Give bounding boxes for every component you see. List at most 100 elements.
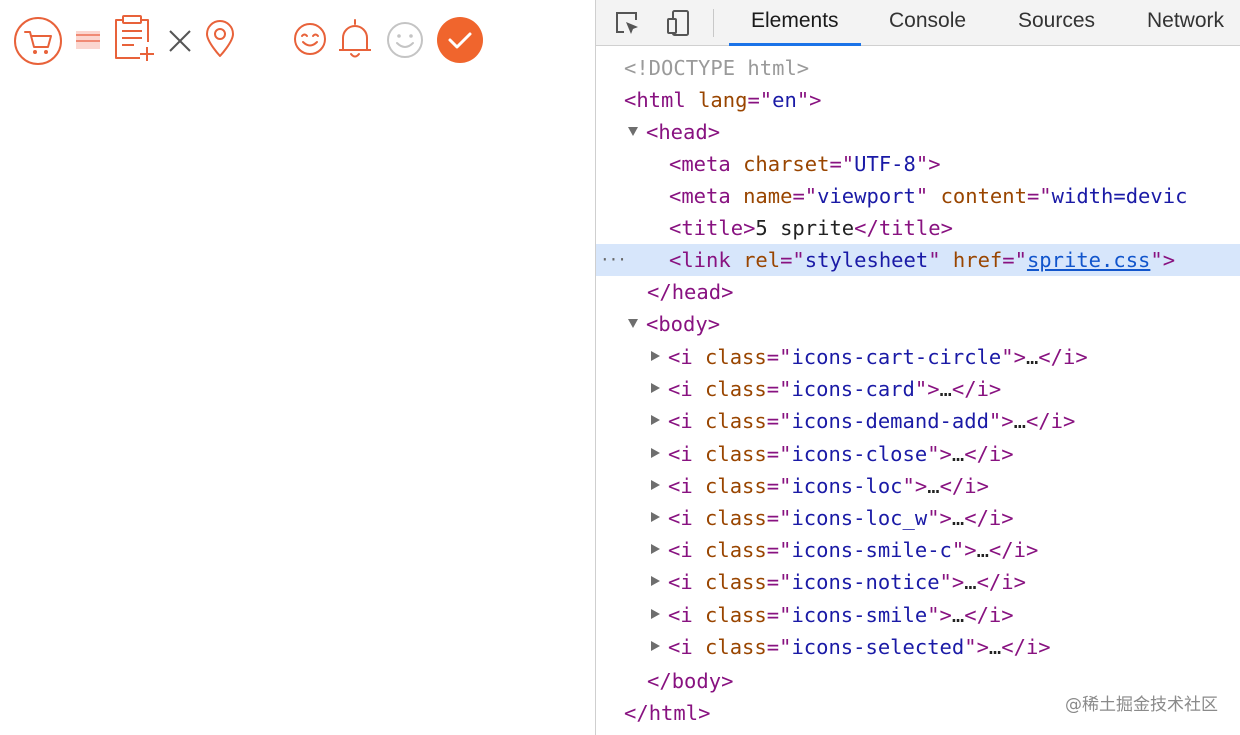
dom-line-i-element[interactable]: <i class="icons-cart-circle">…</i>	[596, 341, 1240, 373]
dom-line-i-element[interactable]: <i class="icons-notice">…</i>	[596, 566, 1240, 598]
tag-name: meta	[681, 184, 731, 208]
tag-name: title	[681, 216, 744, 240]
ellipsis: …	[939, 377, 952, 402]
dom-line-link-selected[interactable]: ··· <link rel="stylesheet" href="sprite.…	[596, 244, 1240, 276]
attr-value: icons-smile-c	[791, 538, 952, 563]
tag-name: link	[681, 248, 731, 272]
notice-bell-icon	[338, 18, 372, 60]
dom-line-body-open[interactable]: <body>	[596, 308, 1240, 340]
tag-name: head	[671, 280, 722, 304]
attr-value: icons-smile	[791, 602, 928, 627]
collapse-triangle-icon[interactable]	[651, 608, 660, 619]
attr-value: icons-close	[791, 441, 928, 466]
attr-value: stylesheet	[804, 248, 929, 272]
attr-value: viewport	[817, 184, 916, 208]
cart-circle-icon	[13, 16, 63, 66]
attr-name: class	[705, 377, 767, 402]
attr-name: class	[705, 602, 767, 627]
ellipsis: …	[927, 473, 940, 498]
selected-check-icon	[436, 16, 484, 64]
attr-name: charset	[743, 152, 830, 176]
card-icon	[76, 31, 100, 49]
dom-line-doctype[interactable]: <!DOCTYPE html>	[596, 52, 1240, 84]
expand-triangle-icon[interactable]	[628, 126, 638, 136]
dom-line-meta-viewport[interactable]: <meta name="viewport" content="width=dev…	[596, 180, 1240, 212]
attr-name: class	[705, 345, 767, 369]
dom-line-meta-charset[interactable]: <meta charset="UTF-8">	[596, 148, 1240, 180]
attr-name: name	[743, 184, 793, 208]
collapse-triangle-icon[interactable]	[651, 415, 660, 426]
tag-name-close: title	[878, 216, 941, 240]
doctype-text: <!DOCTYPE html>	[624, 56, 810, 80]
attr-value: icons-demand-add	[791, 409, 989, 434]
toolbar-separator	[713, 9, 714, 37]
tag-name: body	[658, 312, 708, 336]
collapse-triangle-icon[interactable]	[651, 640, 660, 651]
collapse-triangle-icon[interactable]	[651, 512, 660, 522]
tab-elements[interactable]: Elements	[729, 0, 860, 46]
dom-line-i-element[interactable]: <i class="icons-smile">…</i>	[596, 599, 1240, 631]
attr-name: class	[705, 506, 767, 530]
attr-value: icons-selected	[791, 634, 965, 659]
attr-name: class	[705, 538, 767, 563]
tag-name: body	[671, 669, 722, 693]
smile-icon	[386, 21, 424, 59]
ellipsis: …	[988, 634, 1002, 659]
attr-name: class	[705, 409, 767, 434]
ellipsis: …	[951, 441, 965, 466]
title-text: 5 sprite	[755, 216, 855, 240]
collapse-triangle-icon[interactable]	[651, 447, 660, 458]
attr-name-2: href	[952, 248, 1003, 272]
location-white-icon	[250, 20, 282, 58]
collapse-triangle-icon[interactable]	[651, 479, 660, 490]
attr-name: class	[705, 473, 767, 498]
dom-line-head-close[interactable]: </head>	[596, 276, 1240, 308]
tag-name: meta	[681, 152, 731, 176]
devtools-panel: Elements Console Sources Network <!DOCTY…	[595, 0, 1240, 735]
smile-colored-icon	[293, 22, 327, 56]
attr-name: class	[705, 634, 767, 659]
dom-line-i-element[interactable]: <i class="icons-demand-add">…</i>	[596, 405, 1240, 437]
attr-name: lang	[698, 88, 748, 112]
dom-line-i-element[interactable]: <i class="icons-loc">…</i>	[596, 470, 1240, 502]
page-preview	[0, 0, 595, 735]
attr-value: icons-card	[791, 377, 915, 402]
attr-value-2: width=devic	[1051, 184, 1188, 208]
dom-line-i-element[interactable]: <i class="icons-close">…</i>	[596, 438, 1240, 470]
collapse-triangle-icon[interactable]	[651, 544, 660, 555]
tab-network[interactable]: Network	[1147, 0, 1224, 46]
collapse-triangle-icon[interactable]	[651, 383, 660, 394]
attr-value: icons-notice	[791, 570, 940, 595]
attr-name: class	[705, 570, 767, 595]
watermark: @稀土掘金技术社区	[1065, 695, 1218, 715]
expand-triangle-icon[interactable]	[628, 318, 638, 328]
collapse-triangle-icon[interactable]	[651, 351, 660, 361]
attr-value: icons-cart-circle	[791, 345, 1002, 369]
demand-add-icon	[112, 14, 156, 62]
ellipsis: …	[951, 506, 965, 530]
dom-line-i-element[interactable]: <i class="icons-smile-c">…</i>	[596, 534, 1240, 566]
attr-name: rel	[743, 248, 781, 272]
collapse-triangle-icon[interactable]	[651, 576, 660, 587]
attr-value: en	[772, 88, 797, 112]
attr-value: icons-loc	[791, 473, 903, 498]
dom-line-title[interactable]: <title>5 sprite</title>	[596, 212, 1240, 244]
attr-value: icons-loc_w	[791, 506, 928, 530]
ellipsis: …	[964, 570, 977, 595]
location-icon	[204, 20, 236, 58]
element-picker-icon[interactable]	[612, 8, 642, 38]
dom-line-html-open[interactable]: <html lang="en">	[596, 84, 1240, 116]
href-link[interactable]: sprite.css	[1027, 248, 1150, 272]
device-toolbar-icon[interactable]	[664, 8, 694, 38]
tab-console[interactable]: Console	[889, 0, 966, 46]
dom-line-i-element[interactable]: <i class="icons-card">…</i>	[596, 373, 1240, 405]
dom-line-head-open[interactable]: <head>	[596, 116, 1240, 148]
attr-name: class	[705, 441, 767, 466]
more-actions-icon[interactable]: ···	[600, 244, 627, 276]
tab-sources[interactable]: Sources	[1018, 0, 1095, 46]
attr-value: UTF-8	[854, 152, 916, 176]
ellipsis: …	[951, 602, 965, 627]
dom-line-i-element[interactable]: <i class="icons-loc_w">…</i>	[596, 502, 1240, 534]
ellipsis: …	[1025, 345, 1039, 369]
dom-line-i-element[interactable]: <i class="icons-selected">…</i>	[596, 631, 1240, 663]
